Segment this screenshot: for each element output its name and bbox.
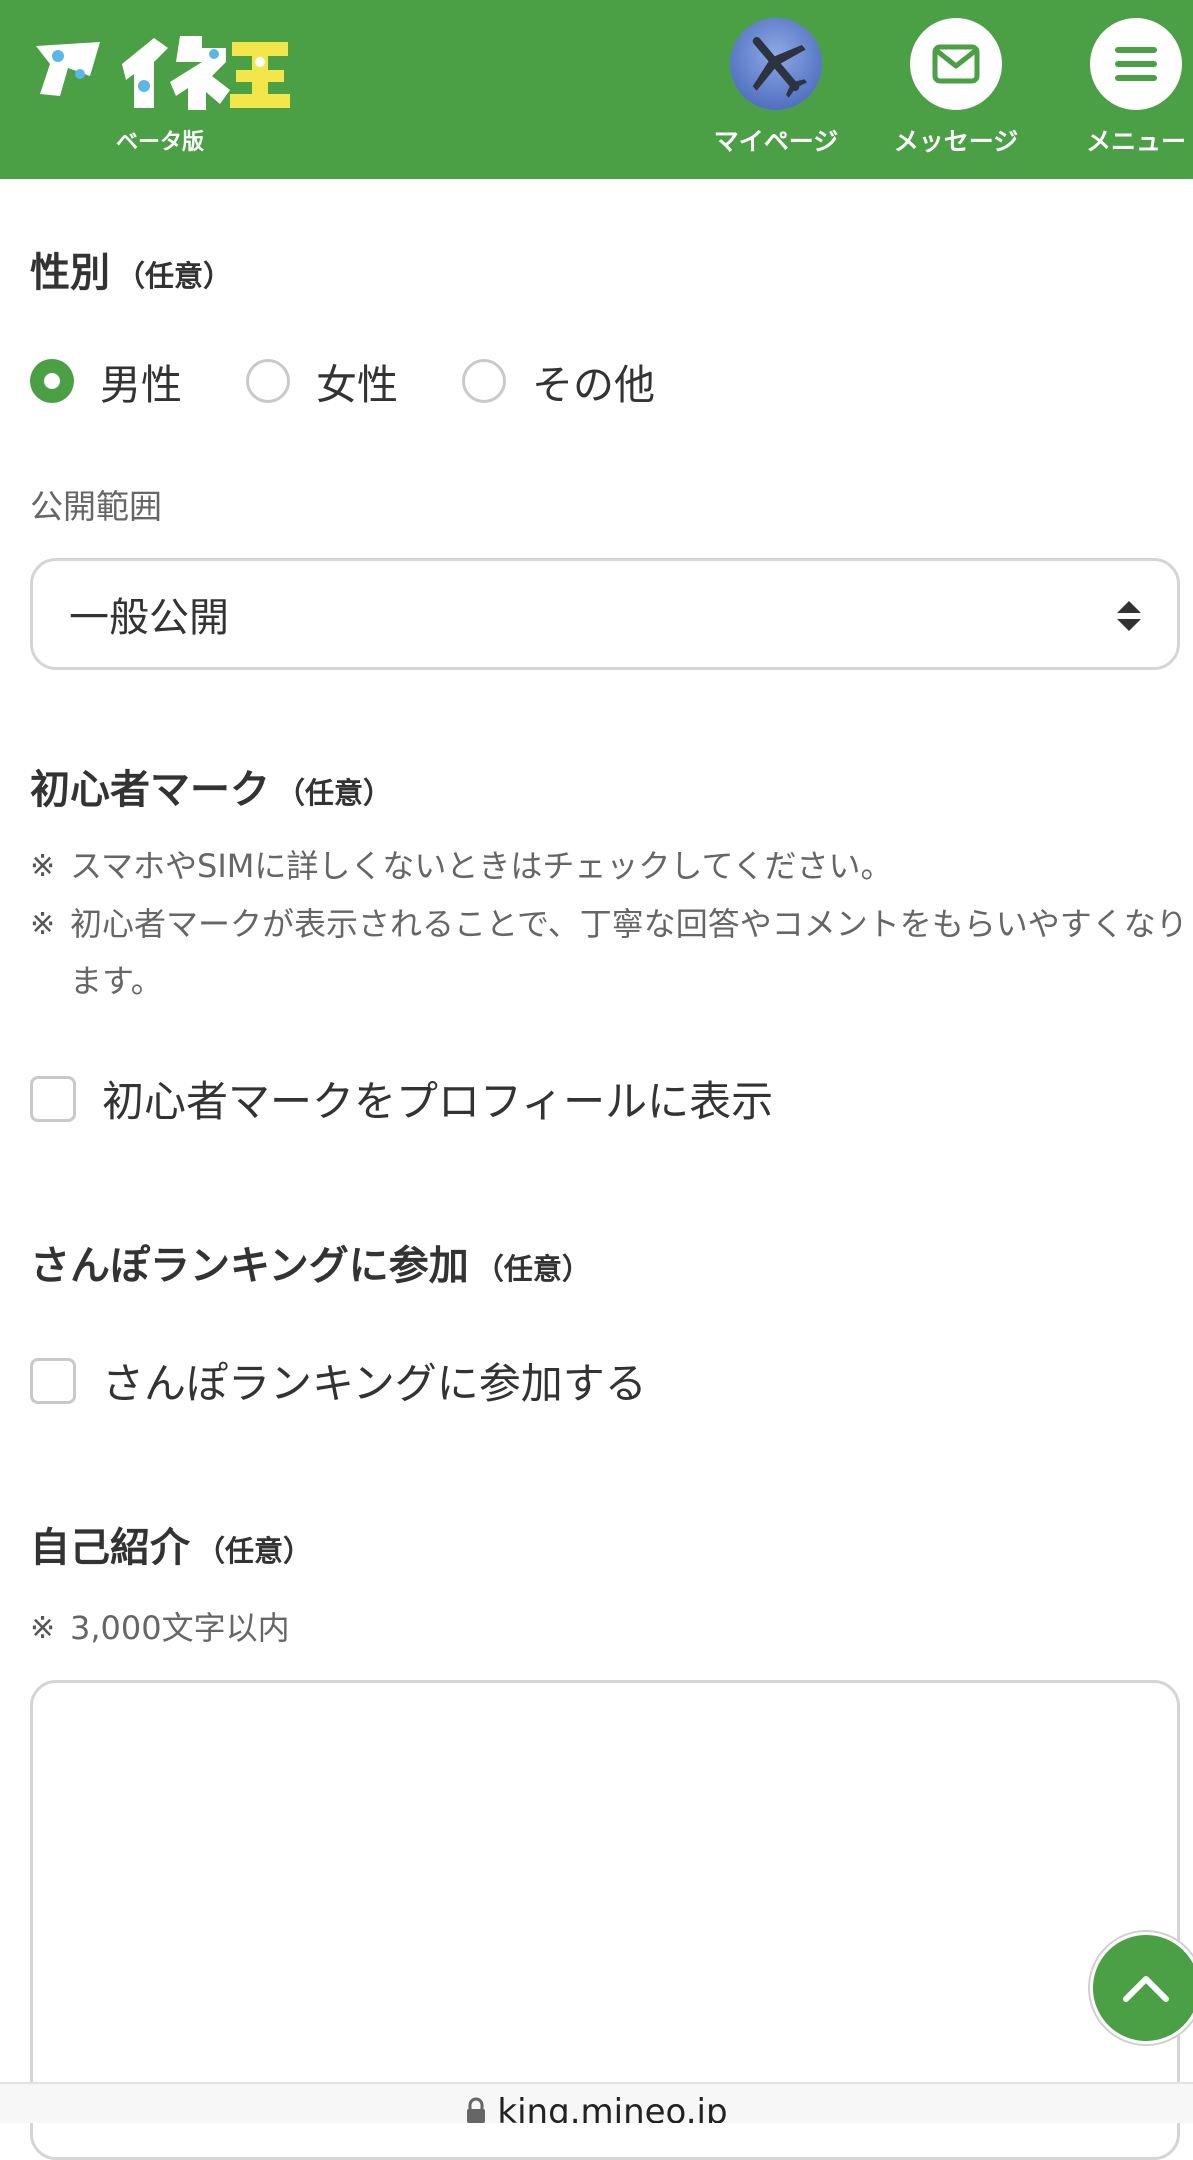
radio-button[interactable]: [462, 359, 506, 403]
beginner-note-2: ※ 初心者マークが表示されることで、丁寧な回答やコメントをもらいやすくなります。: [30, 896, 1190, 1010]
beginner-note-text: スマホやSIMに詳しくないときはチェックしてください。: [70, 847, 893, 885]
sanpo-checkbox-row[interactable]: さんぽランキングに参加する: [30, 1350, 647, 1411]
intro-title: 自己紹介: [30, 1525, 190, 1571]
intro-note: ※ 3,000文字以内: [30, 1600, 1190, 1657]
nav-mypage[interactable]: マイページ: [696, 18, 856, 158]
select-updown-icon: [1117, 601, 1141, 631]
beginner-section-title: 初心者マーク （任意）: [30, 757, 392, 815]
lock-icon: [467, 2097, 486, 2123]
gender-option-female[interactable]: 女性: [246, 351, 398, 411]
menu-button[interactable]: [1090, 18, 1182, 110]
gender-option-label: 男性: [100, 361, 182, 409]
radio-button-checked[interactable]: [30, 359, 74, 403]
site-logo[interactable]: ベータ版: [30, 24, 290, 155]
intro-section-title: 自己紹介 （任意）: [30, 1515, 312, 1573]
beginner-checkbox-row[interactable]: 初心者マークをプロフィールに表示: [30, 1068, 773, 1129]
gender-title: 性別: [30, 250, 110, 296]
logo-graphic: [36, 36, 290, 110]
airplane-icon: [730, 18, 822, 110]
messages-button[interactable]: [910, 18, 1002, 110]
browser-url-bar[interactable]: king.mineo.jp: [0, 2082, 1193, 2123]
note-mark: ※: [30, 907, 56, 942]
gender-option-label: その他: [532, 361, 655, 409]
sanpo-section-title: さんぽランキングに参加 （任意）: [30, 1233, 591, 1291]
radio-button[interactable]: [246, 359, 290, 403]
intro-optional-tag: （任意）: [196, 1534, 313, 1568]
visibility-select-value: 一般公開: [69, 595, 229, 641]
note-mark: ※: [30, 1611, 56, 1646]
logo-subtitle: ベータ版: [115, 130, 204, 155]
nav-menu[interactable]: メニュー: [1056, 18, 1193, 158]
sanpo-optional-tag: （任意）: [474, 1252, 591, 1286]
url-text: king.mineo.jp: [497, 2092, 728, 2123]
gender-option-other[interactable]: その他: [462, 351, 655, 411]
nav-messages-label: メッセージ: [893, 127, 1019, 156]
gender-option-label: 女性: [316, 361, 398, 409]
note-mark: ※: [30, 849, 56, 884]
beginner-checkbox[interactable]: [30, 1075, 76, 1122]
beginner-title: 初心者マーク: [30, 767, 270, 813]
beginner-note-1: ※ スマホやSIMに詳しくないときはチェックしてください。: [30, 838, 1190, 895]
sanpo-checkbox[interactable]: [30, 1357, 76, 1404]
hamburger-icon: [1115, 47, 1157, 81]
beginner-optional-tag: （任意）: [276, 776, 393, 810]
nav-menu-label: メニュー: [1085, 127, 1186, 156]
gender-radio-group: 男性 女性 その他: [30, 356, 719, 409]
beginner-checkbox-label: 初心者マークをプロフィールに表示: [102, 1077, 774, 1126]
visibility-label: 公開範囲: [30, 487, 162, 526]
intro-note-text: 3,000文字以内: [70, 1609, 290, 1647]
nav-messages[interactable]: メッセージ: [876, 18, 1036, 158]
scroll-to-top-button[interactable]: [1090, 1932, 1193, 2044]
sanpo-title: さんぽランキングに参加: [30, 1243, 469, 1289]
chevron-up-icon: [1123, 1976, 1169, 2002]
gender-section-title: 性別 （任意）: [30, 240, 232, 298]
sanpo-checkbox-label: さんぽランキングに参加する: [102, 1359, 647, 1408]
nav-mypage-label: マイページ: [713, 127, 839, 156]
beginner-note-text: 初心者マークが表示されることで、丁寧な回答やコメントをもらいやすくなります。: [70, 905, 1188, 1000]
gender-optional-tag: （任意）: [116, 259, 233, 293]
gender-option-male[interactable]: 男性: [30, 351, 182, 411]
envelope-icon: [932, 44, 980, 84]
visibility-select[interactable]: 一般公開: [30, 558, 1180, 670]
app-header: ベータ版 マイページ メッセージ メニュー: [0, 0, 1193, 179]
avatar[interactable]: [730, 18, 822, 110]
